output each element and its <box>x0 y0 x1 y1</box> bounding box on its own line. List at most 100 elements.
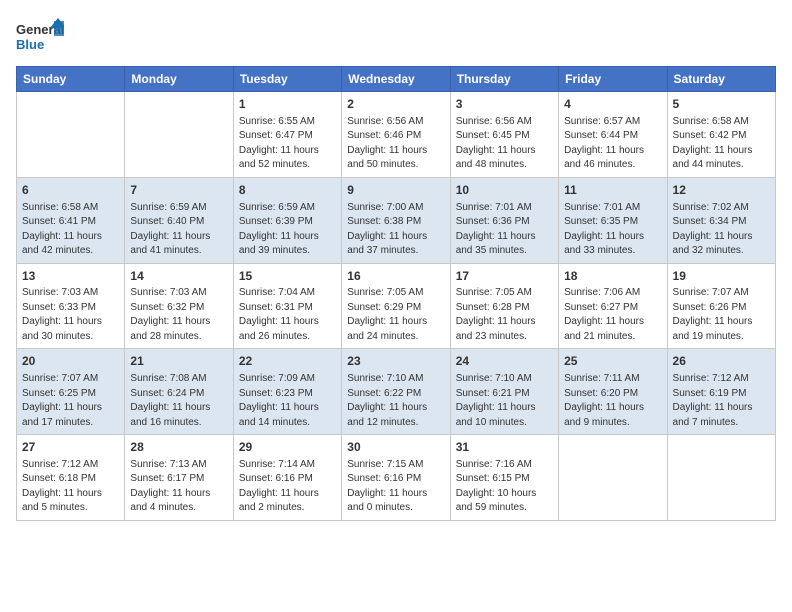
calendar-cell: 20 Sunrise: 7:07 AM Sunset: 6:25 PM Dayli… <box>17 349 125 435</box>
weekday-tuesday: Tuesday <box>233 67 341 92</box>
calendar-cell: 2 Sunrise: 6:56 AM Sunset: 6:46 PM Daylig… <box>342 92 450 178</box>
day-info: Sunrise: 7:06 AM Sunset: 6:27 PM Dayligh… <box>564 286 661 344</box>
day-info: Sunrise: 6:59 AM Sunset: 6:40 PM Dayligh… <box>130 201 227 259</box>
calendar-cell: 3 Sunrise: 6:56 AM Sunset: 6:45 PM Daylig… <box>450 92 558 178</box>
week-row-3: 13Sunrise: 7:03 AM Sunset: 6:33 PM Dayli… <box>17 263 776 349</box>
day-number: 30 <box>347 439 444 456</box>
day-info: Sunrise: 7:12 AM Sunset: 6:19 PM Dayligh… <box>673 372 770 430</box>
day-number: 7 <box>130 182 227 199</box>
calendar-cell: 18Sunrise: 7:06 AM Sunset: 6:27 PM Dayli… <box>559 263 667 349</box>
day-info: Sunrise: 6:58 AM Sunset: 6:42 PM Dayligh… <box>673 115 770 173</box>
calendar-cell: 21Sunrise: 7:08 AM Sunset: 6:24 PM Dayli… <box>125 349 233 435</box>
day-info: Sunrise: 7:05 AM Sunset: 6:28 PM Dayligh… <box>456 286 553 344</box>
day-info: Sunrise: 7:07 AM Sunset: 6:25 PM Dayligh… <box>22 372 119 430</box>
day-info: Sunrise: 7:01 AM Sunset: 6:36 PM Dayligh… <box>456 201 553 259</box>
calendar-cell: 24 Sunrise: 7:10 AM Sunset: 6:21 PM Dayli… <box>450 349 558 435</box>
calendar-cell: 29 Sunrise: 7:14 AM Sunset: 6:16 PM Dayli… <box>233 435 341 521</box>
day-info: Sunrise: 6:55 AM Sunset: 6:47 PM Dayligh… <box>239 115 336 173</box>
day-number: 17 <box>456 268 553 285</box>
day-number: 15 <box>239 268 336 285</box>
day-info: Sunrise: 7:13 AM Sunset: 6:17 PM Dayligh… <box>130 458 227 516</box>
day-info: Sunrise: 6:59 AM Sunset: 6:39 PM Dayligh… <box>239 201 336 259</box>
weekday-monday: Monday <box>125 67 233 92</box>
calendar-cell: 16Sunrise: 7:05 AM Sunset: 6:29 PM Dayli… <box>342 263 450 349</box>
day-number: 5 <box>673 96 770 113</box>
day-number: 21 <box>130 353 227 370</box>
week-row-5: 27 Sunrise: 7:12 AM Sunset: 6:18 PM Dayli… <box>17 435 776 521</box>
calendar-body: 1 Sunrise: 6:55 AM Sunset: 6:47 PM Daylig… <box>17 92 776 521</box>
day-number: 6 <box>22 182 119 199</box>
calendar-cell: 9 Sunrise: 7:00 AM Sunset: 6:38 PM Daylig… <box>342 177 450 263</box>
calendar-cell: 11Sunrise: 7:01 AM Sunset: 6:35 PM Dayli… <box>559 177 667 263</box>
day-number: 3 <box>456 96 553 113</box>
day-number: 18 <box>564 268 661 285</box>
calendar-cell: 5 Sunrise: 6:58 AM Sunset: 6:42 PM Daylig… <box>667 92 775 178</box>
page-header: General Blue <box>16 16 776 56</box>
day-info: Sunrise: 7:01 AM Sunset: 6:35 PM Dayligh… <box>564 201 661 259</box>
weekday-wednesday: Wednesday <box>342 67 450 92</box>
weekday-sunday: Sunday <box>17 67 125 92</box>
day-number: 12 <box>673 182 770 199</box>
day-info: Sunrise: 7:12 AM Sunset: 6:18 PM Dayligh… <box>22 458 119 516</box>
calendar-cell <box>125 92 233 178</box>
day-info: Sunrise: 6:57 AM Sunset: 6:44 PM Dayligh… <box>564 115 661 173</box>
day-info: Sunrise: 7:14 AM Sunset: 6:16 PM Dayligh… <box>239 458 336 516</box>
calendar-cell: 26 Sunrise: 7:12 AM Sunset: 6:19 PM Dayli… <box>667 349 775 435</box>
calendar-cell: 25 Sunrise: 7:11 AM Sunset: 6:20 PM Dayli… <box>559 349 667 435</box>
day-number: 13 <box>22 268 119 285</box>
day-number: 9 <box>347 182 444 199</box>
calendar-cell: 10 Sunrise: 7:01 AM Sunset: 6:36 PM Dayli… <box>450 177 558 263</box>
day-number: 10 <box>456 182 553 199</box>
day-number: 20 <box>22 353 119 370</box>
day-number: 16 <box>347 268 444 285</box>
calendar-cell: 7 Sunrise: 6:59 AM Sunset: 6:40 PM Daylig… <box>125 177 233 263</box>
day-number: 22 <box>239 353 336 370</box>
calendar-cell: 31 Sunrise: 7:16 AM Sunset: 6:15 PM Dayli… <box>450 435 558 521</box>
weekday-saturday: Saturday <box>667 67 775 92</box>
day-number: 8 <box>239 182 336 199</box>
day-number: 31 <box>456 439 553 456</box>
logo: General Blue <box>16 16 64 56</box>
weekday-thursday: Thursday <box>450 67 558 92</box>
day-number: 24 <box>456 353 553 370</box>
day-number: 25 <box>564 353 661 370</box>
day-number: 26 <box>673 353 770 370</box>
day-info: Sunrise: 7:05 AM Sunset: 6:29 PM Dayligh… <box>347 286 444 344</box>
day-info: Sunrise: 7:10 AM Sunset: 6:21 PM Dayligh… <box>456 372 553 430</box>
calendar-cell <box>667 435 775 521</box>
day-info: Sunrise: 7:11 AM Sunset: 6:20 PM Dayligh… <box>564 372 661 430</box>
calendar-cell: 14Sunrise: 7:03 AM Sunset: 6:32 PM Dayli… <box>125 263 233 349</box>
calendar-cell: 8 Sunrise: 6:59 AM Sunset: 6:39 PM Daylig… <box>233 177 341 263</box>
calendar-cell: 12Sunrise: 7:02 AM Sunset: 6:34 PM Dayli… <box>667 177 775 263</box>
calendar-cell <box>17 92 125 178</box>
day-info: Sunrise: 7:16 AM Sunset: 6:15 PM Dayligh… <box>456 458 553 516</box>
calendar-cell: 22 Sunrise: 7:09 AM Sunset: 6:23 PM Dayli… <box>233 349 341 435</box>
day-info: Sunrise: 7:09 AM Sunset: 6:23 PM Dayligh… <box>239 372 336 430</box>
calendar-cell: 13Sunrise: 7:03 AM Sunset: 6:33 PM Dayli… <box>17 263 125 349</box>
day-info: Sunrise: 7:04 AM Sunset: 6:31 PM Dayligh… <box>239 286 336 344</box>
day-number: 28 <box>130 439 227 456</box>
day-number: 1 <box>239 96 336 113</box>
week-row-2: 6 Sunrise: 6:58 AM Sunset: 6:41 PM Daylig… <box>17 177 776 263</box>
day-info: Sunrise: 6:56 AM Sunset: 6:45 PM Dayligh… <box>456 115 553 173</box>
calendar-cell: 17Sunrise: 7:05 AM Sunset: 6:28 PM Dayli… <box>450 263 558 349</box>
calendar-cell: 15Sunrise: 7:04 AM Sunset: 6:31 PM Dayli… <box>233 263 341 349</box>
day-number: 2 <box>347 96 444 113</box>
day-number: 29 <box>239 439 336 456</box>
calendar-cell: 28 Sunrise: 7:13 AM Sunset: 6:17 PM Dayli… <box>125 435 233 521</box>
calendar-cell: 4Sunrise: 6:57 AM Sunset: 6:44 PM Daylig… <box>559 92 667 178</box>
day-info: Sunrise: 6:56 AM Sunset: 6:46 PM Dayligh… <box>347 115 444 173</box>
calendar-table: SundayMondayTuesdayWednesdayThursdayFrid… <box>16 66 776 521</box>
day-number: 19 <box>673 268 770 285</box>
calendar-cell <box>559 435 667 521</box>
calendar-cell: 19Sunrise: 7:07 AM Sunset: 6:26 PM Dayli… <box>667 263 775 349</box>
day-number: 27 <box>22 439 119 456</box>
calendar-cell: 23Sunrise: 7:10 AM Sunset: 6:22 PM Dayli… <box>342 349 450 435</box>
week-row-4: 20 Sunrise: 7:07 AM Sunset: 6:25 PM Dayli… <box>17 349 776 435</box>
day-info: Sunrise: 7:00 AM Sunset: 6:38 PM Dayligh… <box>347 201 444 259</box>
day-info: Sunrise: 7:15 AM Sunset: 6:16 PM Dayligh… <box>347 458 444 516</box>
calendar-cell: 30 Sunrise: 7:15 AM Sunset: 6:16 PM Dayli… <box>342 435 450 521</box>
day-info: Sunrise: 6:58 AM Sunset: 6:41 PM Dayligh… <box>22 201 119 259</box>
logo-icon: General Blue <box>16 16 64 56</box>
day-number: 14 <box>130 268 227 285</box>
